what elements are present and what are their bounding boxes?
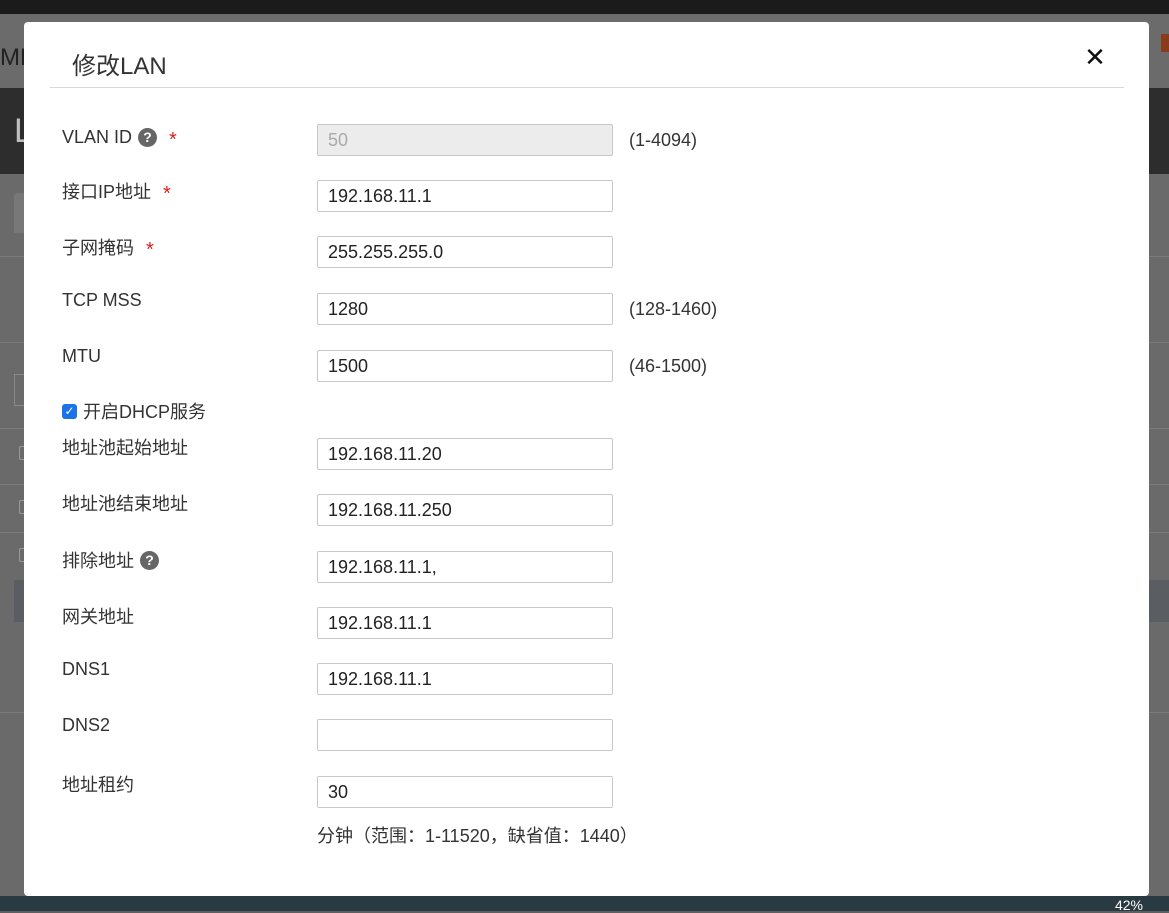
interface-ip-input[interactable] — [317, 180, 613, 212]
exclude-label-group: 排除地址 ? — [62, 547, 159, 573]
form-row-dns1: DNS1 — [24, 659, 1149, 697]
dhcp-label: 开启DHCP服务 — [83, 402, 207, 422]
pool-start-input[interactable] — [317, 438, 613, 470]
subnet-mask-input[interactable] — [317, 236, 613, 268]
form-row-mtu: MTU (46-1500) — [24, 346, 1149, 384]
required-marker: * — [169, 129, 177, 151]
gateway-input[interactable] — [317, 607, 613, 639]
tcp-mss-input[interactable] — [317, 293, 613, 325]
dialog-title: 修改LAN — [72, 53, 167, 80]
form-row-gateway: 网关地址 — [24, 607, 1149, 641]
brand-logo-icon — [1161, 34, 1169, 52]
window-top-bar — [0, 0, 1169, 14]
dns1-label: DNS1 — [62, 659, 111, 679]
exclude-label: 排除地址 — [62, 551, 134, 571]
form-row-pool-end: 地址池结束地址 — [24, 494, 1149, 528]
dialog-title-divider — [50, 87, 1124, 88]
form-row-pool-start: 地址池起始地址 — [24, 438, 1149, 472]
dhcp-checkbox[interactable]: ✓ — [62, 403, 77, 419]
lease-note: 分钟（范围：1-11520，缺省值：1440） — [317, 826, 638, 846]
dns1-input[interactable] — [317, 663, 613, 695]
form-row-interface-ip: 接口IP地址 * — [24, 180, 1149, 214]
mtu-range: (46-1500) — [629, 356, 708, 376]
pool-start-label: 地址池起始地址 — [62, 438, 188, 458]
dns2-label: DNS2 — [62, 715, 111, 735]
help-icon[interactable]: ? — [138, 128, 158, 147]
vlan-id-input — [317, 124, 613, 156]
close-button[interactable]: ✕ — [1082, 44, 1108, 70]
vlan-id-range: (1-4094) — [629, 130, 698, 150]
tcp-mss-label: TCP MSS — [62, 290, 142, 310]
subnet-mask-label: 子网掩码 — [62, 238, 134, 258]
form-row-subnet-mask: 子网掩码 * — [24, 236, 1149, 270]
gateway-label: 网关地址 — [62, 607, 134, 627]
pool-end-input[interactable] — [317, 494, 613, 526]
interface-ip-label: 接口IP地址 — [62, 182, 152, 202]
subnet-mask-label-group: 子网掩码 * — [62, 234, 154, 261]
taskbar: 42% — [0, 896, 1169, 913]
mtu-label: MTU — [62, 346, 101, 366]
required-marker: * — [163, 182, 171, 205]
lease-label: 地址租约 — [62, 775, 134, 795]
dns2-input[interactable] — [317, 719, 613, 751]
exclude-input[interactable] — [317, 551, 613, 583]
form-row-lease: 地址租约 — [24, 775, 1149, 810]
help-icon[interactable]: ? — [140, 550, 159, 570]
tcp-mss-range: (128-1460) — [629, 299, 718, 319]
interface-ip-label-group: 接口IP地址 * — [62, 178, 171, 205]
required-marker: * — [146, 238, 154, 261]
vlan-id-label-group: VLAN ID ? * — [62, 126, 177, 151]
form-row-exclude: 排除地址 ? — [24, 550, 1149, 585]
form-row-tcp-mss: TCP MSS (128-1460) — [24, 290, 1149, 327]
vlan-id-label: VLAN ID — [62, 127, 133, 147]
pool-end-label: 地址池结束地址 — [62, 494, 188, 514]
edit-lan-dialog: 修改LAN ✕ VLAN ID ? * (1-4094) 接口IP地址 * 子网… — [24, 22, 1149, 896]
taskbar-percent: 42% — [1114, 897, 1143, 913]
form-row-dns2: DNS2 — [24, 715, 1149, 753]
mtu-input[interactable] — [317, 350, 613, 382]
dhcp-toggle-row[interactable]: ✓ 开启DHCP服务 — [62, 398, 206, 424]
lease-input[interactable] — [317, 776, 613, 808]
form-row-vlan-id: VLAN ID ? * (1-4094) — [24, 124, 1149, 158]
